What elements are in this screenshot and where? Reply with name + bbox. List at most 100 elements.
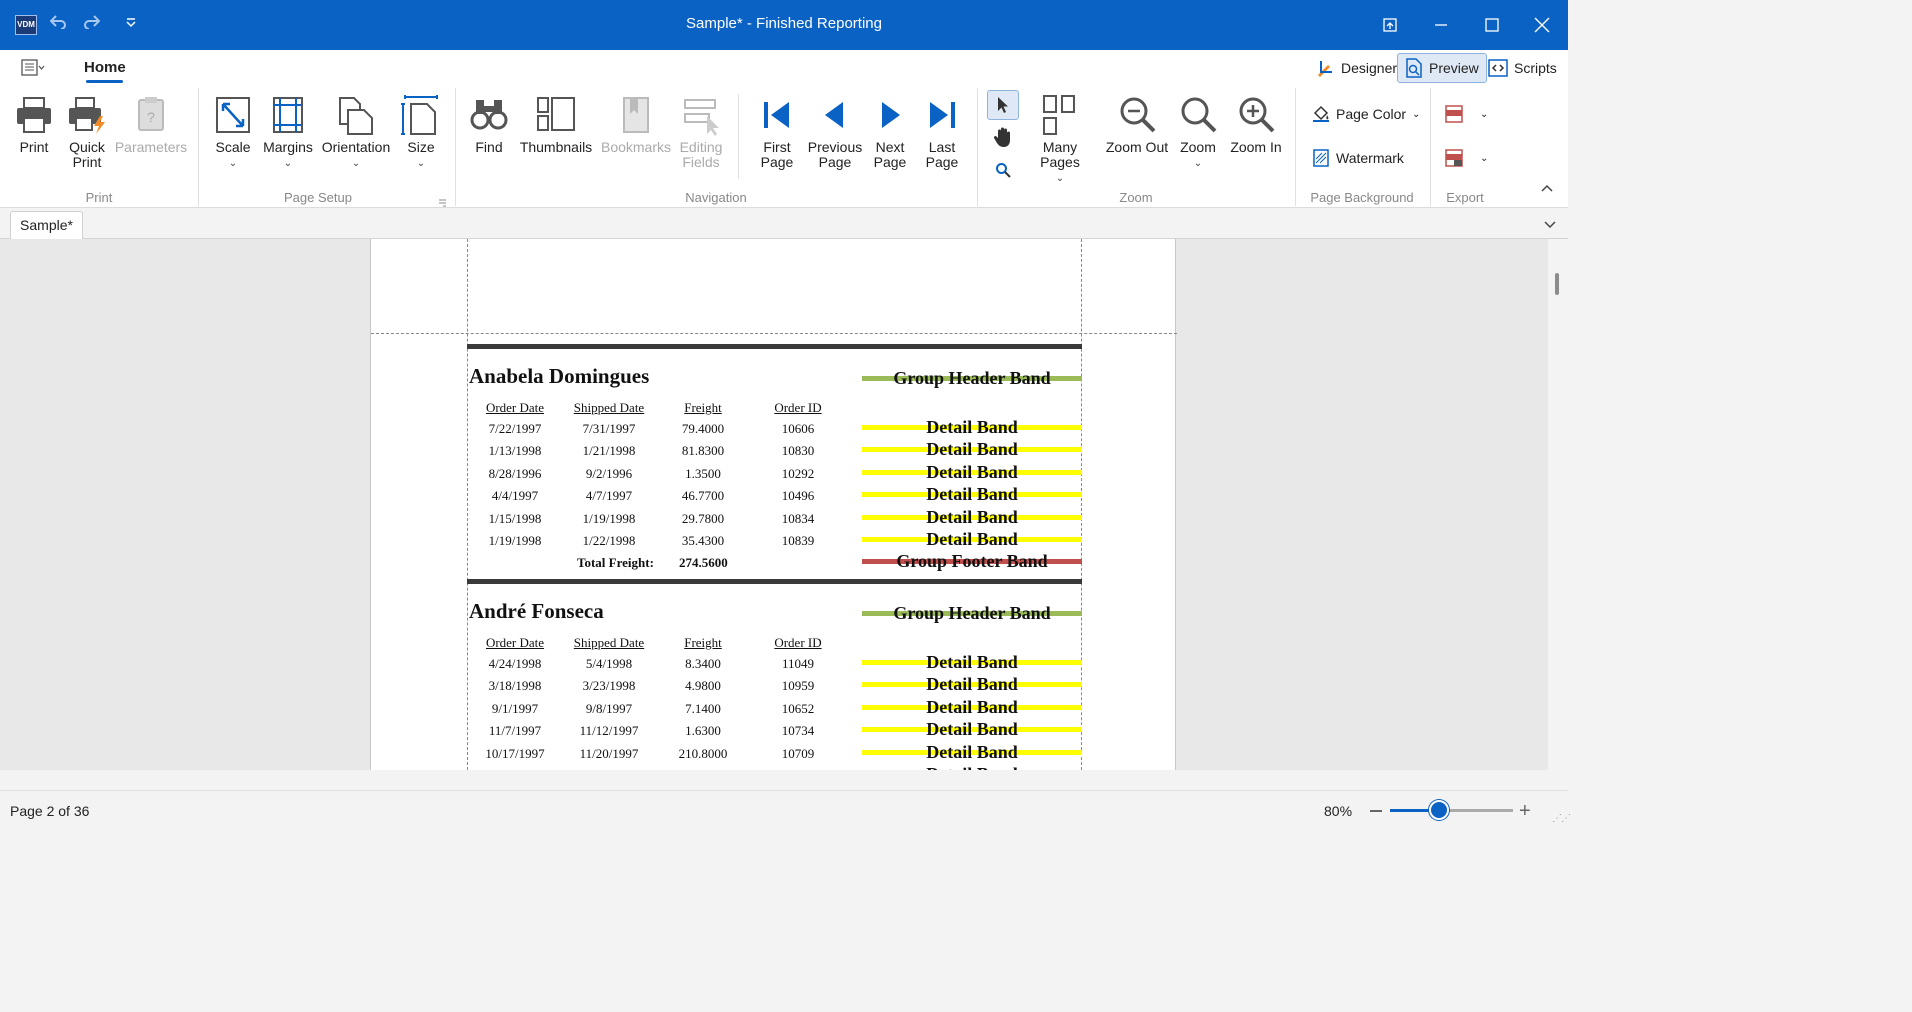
detail-band-label: Detail Band xyxy=(926,674,1018,695)
detail-band: Detail Band xyxy=(862,439,1082,459)
many-pages-button[interactable]: Many Pages ⌄ xyxy=(1022,94,1098,186)
send-pdf-button[interactable]: ⌄ xyxy=(1444,149,1488,167)
zoom-slider-thumb[interactable] xyxy=(1429,800,1450,820)
window-title: Sample* - Finished Reporting xyxy=(686,15,882,32)
scrollbar-thumb[interactable] xyxy=(1555,273,1559,295)
close-icon[interactable] xyxy=(1530,13,1554,37)
printer-icon xyxy=(17,97,51,133)
group-footer-band: Group Footer Band xyxy=(862,551,1082,571)
table-cell: 7/22/1997 xyxy=(488,421,542,436)
print-button[interactable]: Print xyxy=(12,94,56,155)
binoculars-icon xyxy=(470,100,508,130)
table-cell: 46.7700 xyxy=(681,488,725,504)
export-pdf-button[interactable]: ⌄ xyxy=(1444,105,1488,123)
designer-button[interactable]: Designer xyxy=(1307,53,1405,83)
zoom-plus-icon[interactable]: + xyxy=(1519,801,1531,821)
many-pages-dropdown-icon: ⌄ xyxy=(1055,173,1065,184)
page-size-icon xyxy=(401,95,438,135)
detail-band: Detail Band xyxy=(862,529,1082,549)
export-pdf-dropdown-icon: ⌄ xyxy=(1480,108,1489,120)
page-color-button[interactable]: Page Color ⌄ xyxy=(1312,105,1420,123)
table-cell: 7/31/1997 xyxy=(582,421,636,436)
minimize-icon[interactable] xyxy=(1429,13,1453,37)
paint-bucket-icon xyxy=(1313,105,1329,122)
detail-band-label: Detail Band xyxy=(926,461,1018,482)
zoom-in-button[interactable]: Zoom In xyxy=(1226,94,1286,155)
scale-button[interactable]: Scale ⌄ xyxy=(210,94,256,171)
scripts-icon xyxy=(1488,59,1508,77)
table-cell: 11/12/1997 xyxy=(579,723,639,739)
table-cell: 11/20/1997 xyxy=(579,745,639,761)
preview-button[interactable]: Preview xyxy=(1397,53,1487,83)
preview-label: Preview xyxy=(1429,60,1479,76)
zoom-out-button[interactable]: Zoom Out xyxy=(1104,94,1170,155)
margins-button[interactable]: Margins ⌄ xyxy=(262,94,314,171)
detail-band-label: Detail Band xyxy=(926,696,1018,717)
collapse-ribbon-icon[interactable] xyxy=(1540,180,1556,196)
page-info: Page 2 of 36 xyxy=(10,803,90,819)
export-group-label: Export xyxy=(1446,190,1484,205)
parameters-icon: ? xyxy=(138,97,164,131)
hand-icon xyxy=(993,127,1010,147)
table-cell: 5/4/1998 xyxy=(585,656,633,671)
detail-band-label: Detail Band xyxy=(926,529,1018,549)
zoom-minus-icon[interactable] xyxy=(1370,810,1382,812)
size-button[interactable]: Size ⌄ xyxy=(400,94,442,171)
tab-home[interactable]: Home xyxy=(84,59,126,76)
group-header-band: Group Header Band xyxy=(862,603,1082,623)
maximize-icon[interactable] xyxy=(1480,13,1504,37)
page-setup-dialog-launcher-icon[interactable] xyxy=(438,194,448,207)
top-margin-guide xyxy=(371,333,1177,334)
vertical-scrollbar[interactable] xyxy=(1548,239,1568,770)
find-button[interactable]: Find xyxy=(468,94,510,155)
thumbnails-icon xyxy=(537,97,575,131)
designer-icon xyxy=(1318,61,1332,77)
previous-page-button[interactable]: Previous Page xyxy=(806,94,864,170)
table-cell: 4/4/1997 xyxy=(491,488,539,504)
hand-tool-button[interactable] xyxy=(990,124,1016,150)
tab-list-dropdown-icon[interactable] xyxy=(1543,217,1557,233)
pointer-tool-button[interactable] xyxy=(987,90,1019,120)
group-header-band: Group Header Band xyxy=(862,368,1082,388)
restore-ribbon-icon[interactable] xyxy=(1378,13,1402,37)
report-preview-viewport[interactable]: Anabela Domingues Group Header Band Order … xyxy=(0,239,1548,770)
bookmarks-icon xyxy=(623,97,649,133)
last-page-button[interactable]: Last Page xyxy=(921,94,963,170)
zoom-out-icon xyxy=(1120,97,1156,133)
bookmarks-button[interactable]: Bookmarks xyxy=(600,94,672,155)
detail-band-label: Detail Band xyxy=(926,439,1018,460)
preview-icon xyxy=(1406,58,1422,78)
table-cell: 8.3400 xyxy=(685,656,721,671)
column-header: Order Date xyxy=(485,400,545,415)
next-page-button[interactable]: Next Page xyxy=(869,94,911,170)
table-cell: 9/8/1997 xyxy=(585,700,633,716)
print-group-label: Print xyxy=(85,190,113,205)
group-divider xyxy=(198,88,199,206)
page-color-dropdown-icon: ⌄ xyxy=(1412,108,1421,120)
app-menu-icon[interactable] xyxy=(20,58,46,78)
send-pdf-dropdown-icon: ⌄ xyxy=(1480,152,1489,164)
table-cell: 1/15/1998 xyxy=(488,510,542,526)
column-header: Freight xyxy=(684,635,722,650)
zoom-button[interactable]: Zoom ⌄ xyxy=(1176,94,1220,171)
table-cell: 10652 xyxy=(781,700,815,716)
detail-band: Detail Band xyxy=(862,507,1082,527)
total-freight-label: Total Freight: xyxy=(577,555,654,571)
editing-fields-button[interactable]: Editing Fields xyxy=(676,94,726,170)
table-cell: 11/7/1997 xyxy=(488,723,542,739)
first-page-button[interactable]: First Page xyxy=(755,94,799,170)
marquee-zoom-button[interactable] xyxy=(992,159,1014,181)
scripts-button[interactable]: Scripts xyxy=(1480,53,1565,83)
quick-print-button[interactable]: Quick Print xyxy=(62,94,112,170)
detail-band: Detail Band xyxy=(862,652,1082,672)
group-divider xyxy=(1295,88,1296,206)
orientation-button[interactable]: Orientation ⌄ xyxy=(320,94,392,171)
magnifier-icon xyxy=(996,163,1011,178)
document-tab[interactable]: Sample* xyxy=(10,211,83,239)
table-cell: 10709 xyxy=(781,745,815,761)
parameters-button[interactable]: ? Parameters xyxy=(115,94,187,155)
group-name: Anabela Domingues xyxy=(469,364,650,388)
thumbnails-button[interactable]: Thumbnails xyxy=(520,94,592,155)
watermark-button[interactable]: Watermark xyxy=(1312,149,1404,167)
detail-band-label: Detail Band xyxy=(926,484,1018,505)
